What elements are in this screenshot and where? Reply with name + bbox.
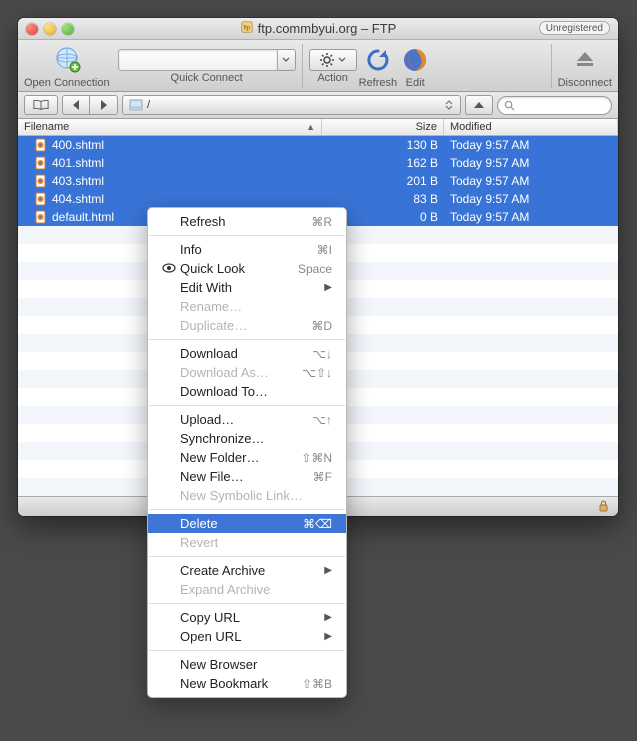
ctx-delete[interactable]: Delete⌘⌫ [148, 514, 346, 533]
open-connection-label: Open Connection [24, 77, 110, 89]
file-modified: Today 9:57 AM [444, 138, 618, 152]
file-row[interactable]: 401.shtml 162 BToday 9:57 AM [18, 154, 618, 172]
ctx-info[interactable]: Info⌘I [148, 240, 346, 259]
ctx-newbrowser[interactable]: New Browser [148, 655, 346, 674]
file-row[interactable]: 403.shtml 201 BToday 9:57 AM [18, 172, 618, 190]
file-name: 404.shtml [52, 192, 104, 206]
submenu-arrow-icon: ▶ [324, 282, 332, 293]
sort-asc-icon: ▲ [306, 122, 315, 132]
quick-connect-label: Quick Connect [171, 72, 243, 84]
ctx-refresh[interactable]: Refresh⌘R [148, 212, 346, 231]
submenu-arrow-icon: ▶ [324, 565, 332, 576]
column-headers: Filename ▲ Size Modified [18, 119, 618, 136]
column-filename[interactable]: Filename ▲ [18, 119, 322, 135]
disconnect-label: Disconnect [558, 77, 612, 89]
ctx-expandarchive: Expand Archive [148, 580, 346, 599]
nav-forward-button[interactable] [90, 95, 118, 115]
location-bar: / [18, 92, 618, 119]
file-row[interactable]: 404.shtml 83 BToday 9:57 AM [18, 190, 618, 208]
app-window: ftp ftp.commbyui.org – FTP Unregistered … [18, 18, 618, 516]
ctx-newfile[interactable]: New File…⌘F [148, 467, 346, 486]
ctx-editwith[interactable]: Edit With▶ [148, 278, 346, 297]
ctx-newsymlink: New Symbolic Link… [148, 486, 346, 505]
refresh-label: Refresh [359, 77, 398, 89]
ctx-openurl[interactable]: Open URL▶ [148, 627, 346, 646]
minimize-window-button[interactable] [44, 23, 56, 35]
search-icon [504, 100, 515, 111]
nav-up-button[interactable] [465, 95, 493, 115]
ctx-downloadas: Download As…⌥⇧↓ [148, 363, 346, 382]
ctx-duplicate: Duplicate…⌘D [148, 316, 346, 335]
path-dropdown[interactable]: / [122, 95, 461, 115]
close-window-button[interactable] [26, 23, 38, 35]
file-name: 401.shtml [52, 156, 104, 170]
unregistered-badge: Unregistered [539, 21, 610, 35]
nav-back-button[interactable] [62, 95, 90, 115]
column-size[interactable]: Size [322, 119, 444, 135]
ctx-upload[interactable]: Upload…⌥↑ [148, 410, 346, 429]
search-field[interactable] [497, 96, 612, 115]
path-value: / [147, 99, 440, 111]
submenu-arrow-icon: ▶ [324, 612, 332, 623]
refresh-button[interactable]: Refresh [359, 44, 398, 89]
file-modified: Today 9:57 AM [444, 156, 618, 170]
toolbar: Open Connection Quick Connect Action [18, 40, 618, 92]
zoom-window-button[interactable] [62, 23, 74, 35]
bookmarks-button[interactable] [24, 95, 58, 115]
edit-button[interactable]: Edit [399, 44, 431, 89]
quick-connect-dropdown[interactable] [278, 49, 296, 71]
globe-icon [52, 45, 82, 75]
eject-icon [571, 46, 599, 74]
action-menu-button[interactable]: Action [309, 44, 357, 84]
chevron-down-icon [282, 56, 290, 64]
triangle-up-icon [474, 101, 484, 109]
firefox-icon [402, 47, 428, 73]
lock-icon [597, 499, 610, 515]
triangle-right-icon [100, 100, 108, 110]
svg-text:ftp: ftp [243, 25, 250, 32]
submenu-arrow-icon: ▶ [324, 631, 332, 642]
column-modified[interactable]: Modified [444, 119, 618, 135]
ctx-newbookmark[interactable]: New Bookmark⇧⌘B [148, 674, 346, 693]
file-size: 201 B [322, 174, 444, 188]
ctx-copyurl[interactable]: Copy URL▶ [148, 608, 346, 627]
ctx-quicklook[interactable]: Quick LookSpace [148, 259, 346, 278]
chevron-down-icon [338, 56, 346, 64]
ctx-newfolder[interactable]: New Folder…⇧⌘N [148, 448, 346, 467]
gear-icon [319, 52, 335, 68]
ctx-download[interactable]: Download⌥↓ [148, 344, 346, 363]
ctx-synchronize[interactable]: Synchronize… [148, 429, 346, 448]
quick-connect-group: Quick Connect [118, 44, 296, 84]
file-name: 403.shtml [52, 174, 104, 188]
file-modified: Today 9:57 AM [444, 174, 618, 188]
context-menu: Refresh⌘R Info⌘I Quick LookSpace Edit Wi… [147, 207, 347, 698]
edit-label: Edit [406, 77, 425, 89]
ctx-downloadto[interactable]: Download To… [148, 382, 346, 401]
open-connection-button[interactable]: Open Connection [24, 44, 110, 89]
action-label: Action [317, 72, 348, 84]
ctx-revert: Revert [148, 533, 346, 552]
ftp-icon: ftp [240, 20, 254, 37]
disk-icon [129, 98, 143, 112]
eye-icon [162, 263, 176, 273]
file-row[interactable]: 400.shtml 130 BToday 9:57 AM [18, 136, 618, 154]
book-icon [33, 99, 49, 111]
ctx-rename: Rename… [148, 297, 346, 316]
quick-connect-input[interactable] [118, 49, 278, 71]
file-name: default.html [52, 210, 114, 224]
disconnect-button[interactable]: Disconnect [558, 44, 612, 89]
file-modified: Today 9:57 AM [444, 192, 618, 206]
file-size: 130 B [322, 138, 444, 152]
titlebar: ftp ftp.commbyui.org – FTP Unregistered [18, 18, 618, 40]
file-modified: Today 9:57 AM [444, 210, 618, 224]
window-title: ftp.commbyui.org – FTP [258, 21, 397, 36]
ctx-createarchive[interactable]: Create Archive▶ [148, 561, 346, 580]
refresh-icon [365, 47, 391, 73]
updown-icon [444, 100, 454, 110]
file-size: 83 B [322, 192, 444, 206]
triangle-left-icon [72, 100, 80, 110]
file-size: 162 B [322, 156, 444, 170]
file-name: 400.shtml [52, 138, 104, 152]
